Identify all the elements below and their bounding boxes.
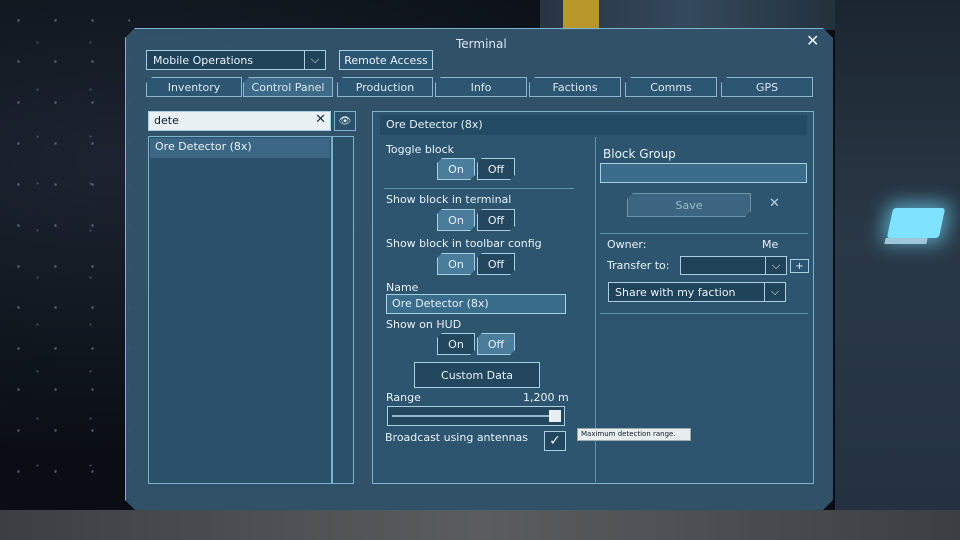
transfer-label: Transfer to: [607, 259, 670, 272]
show-terminal-label: Show block in terminal [386, 193, 512, 206]
search-value: dete [154, 114, 179, 127]
block-title: Ore Detector (8x) [380, 115, 807, 135]
divider [384, 188, 574, 189]
tab-production[interactable]: Production [337, 77, 433, 97]
show-toolbar-on-button[interactable]: On [437, 253, 475, 275]
tab-factions[interactable]: Factions [529, 77, 621, 97]
grid-select[interactable]: Mobile Operations ⌵ [146, 50, 326, 70]
station-floor [0, 510, 960, 540]
tab-inventory[interactable]: Inventory [146, 77, 242, 97]
show-toolbar-off-button[interactable]: Off [477, 253, 515, 275]
save-button[interactable]: Save [627, 193, 751, 217]
broadcast-checkbox[interactable]: ✓ [544, 431, 566, 451]
starfield [0, 0, 130, 540]
chevron-down-icon: ⌵ [765, 257, 786, 274]
block-list-scrollbar[interactable] [332, 136, 354, 484]
tab-info[interactable]: Info [435, 77, 527, 97]
slider-handle[interactable] [549, 410, 561, 422]
block-group-field[interactable] [600, 163, 807, 183]
tab-comms[interactable]: Comms [625, 77, 717, 97]
range-value: 1,200 m [523, 391, 569, 404]
delete-icon[interactable]: ✕ [769, 196, 780, 211]
station-wall-right [835, 0, 960, 540]
share-select[interactable]: Share with my faction ⌵ [608, 282, 786, 302]
eye-icon[interactable]: 👁 [334, 111, 356, 131]
tooltip: Maximum detection range. [577, 428, 691, 441]
grid-select-value: Mobile Operations [153, 54, 254, 67]
terminal-window: Terminal ✕ Mobile Operations ⌵ Remote Ac… [125, 28, 833, 510]
keyboard-panel [884, 238, 928, 244]
add-icon[interactable]: + [790, 259, 809, 273]
owner-value: Me [762, 238, 779, 251]
custom-data-button[interactable]: Custom Data [414, 362, 540, 388]
tab-gps[interactable]: GPS [721, 77, 813, 97]
list-item[interactable]: Ore Detector (8x) [150, 138, 330, 158]
show-terminal-on-button[interactable]: On [437, 209, 475, 231]
glowing-screen [886, 208, 946, 238]
broadcast-label: Broadcast using antennas [385, 431, 529, 444]
toggle-on-button[interactable]: On [437, 158, 475, 180]
chevron-down-icon: ⌵ [764, 283, 785, 301]
tab-control-panel[interactable]: Control Panel [243, 77, 333, 97]
remote-access-button[interactable]: Remote Access [339, 50, 433, 70]
clear-search-icon[interactable]: ✕ [315, 112, 326, 127]
divider [600, 313, 808, 314]
close-icon[interactable]: ✕ [806, 31, 819, 50]
yellow-pipe [563, 0, 599, 30]
transfer-select[interactable]: ⌵ [680, 256, 787, 275]
share-select-value: Share with my faction [615, 286, 736, 299]
show-hud-on-button[interactable]: On [437, 333, 475, 355]
show-toolbar-label: Show block in toolbar config [386, 237, 542, 250]
window-title: Terminal [456, 37, 507, 51]
divider [600, 233, 808, 234]
chevron-down-icon: ⌵ [304, 51, 325, 69]
owner-label: Owner: [607, 238, 647, 251]
name-field[interactable]: Ore Detector (8x) [386, 294, 566, 314]
show-hud-label: Show on HUD [386, 318, 462, 331]
toggle-off-button[interactable]: Off [477, 158, 515, 180]
block-list [148, 136, 332, 484]
toggle-block-label: Toggle block [386, 143, 455, 156]
name-label: Name [386, 281, 419, 294]
range-slider[interactable] [387, 406, 565, 426]
slider-track [392, 415, 554, 417]
range-label: Range [386, 391, 421, 404]
block-search-input[interactable]: dete ✕ [148, 111, 331, 131]
block-group-label: Block Group [603, 147, 676, 161]
show-terminal-off-button[interactable]: Off [477, 209, 515, 231]
checkmark-icon: ✓ [549, 433, 561, 449]
show-hud-off-button[interactable]: Off [477, 333, 515, 355]
